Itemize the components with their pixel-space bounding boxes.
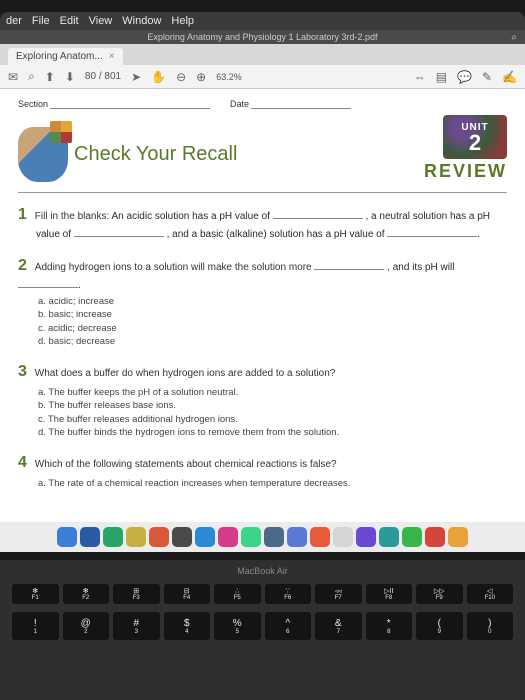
menu-item[interactable]: View xyxy=(89,15,113,27)
brain-head-illustration xyxy=(18,127,68,182)
dock-app-icon[interactable] xyxy=(80,527,100,547)
question-4: 4 Which of the following statements abou… xyxy=(18,451,507,490)
hand-icon[interactable]: ✋ xyxy=(151,70,166,84)
dock-app-icon[interactable] xyxy=(264,527,284,547)
review-label: REVIEW xyxy=(424,161,507,182)
keyboard-key: %5 xyxy=(214,612,261,640)
date-blank xyxy=(251,108,351,109)
page-indicator: 80 / 801 xyxy=(85,71,121,82)
menu-item[interactable]: File xyxy=(32,15,50,27)
date-label: Date xyxy=(230,99,249,109)
keyboard-key: ✻F1 xyxy=(12,584,59,604)
keyboard-key: $4 xyxy=(164,612,211,640)
close-icon[interactable]: × xyxy=(109,51,115,62)
dock-app-icon[interactable] xyxy=(57,527,77,547)
keyboard-key: ◃◃F7 xyxy=(315,584,362,604)
section-blank xyxy=(50,108,210,109)
keyboard-key: !1 xyxy=(12,612,59,640)
window-title: Exploring Anatomy and Physiology 1 Labor… xyxy=(147,32,377,42)
keyboard-key: ▷IIF8 xyxy=(366,584,413,604)
dock-app-icon[interactable] xyxy=(356,527,376,547)
question-2: 2 Adding hydrogen ions to a solution wil… xyxy=(18,254,507,348)
function-key-row: ✻F1✻F2⊞F3⊟F4∴F5∵F6◃◃F7▷IIF8▷▷F9◁F10 xyxy=(0,582,525,606)
dock-app-icon[interactable] xyxy=(172,527,192,547)
number-key-row: !1@2#3$4%5^6&7*8(9)0 xyxy=(0,610,525,642)
comment-icon[interactable]: 💬 xyxy=(457,70,472,84)
zoom-in-icon[interactable]: ⊕ xyxy=(196,70,206,84)
unit-badge: UNIT 2 xyxy=(443,115,507,159)
dock-app-icon[interactable] xyxy=(402,527,422,547)
dock-app-icon[interactable] xyxy=(241,527,261,547)
page-title: Check Your Recall xyxy=(74,143,237,166)
laptop-keyboard: MacBook Air ✻F1✻F2⊞F3⊟F4∴F5∵F6◃◃F7▷IIF8▷… xyxy=(0,560,525,700)
dock-app-icon[interactable] xyxy=(126,527,146,547)
question-1: 1 Fill in the blanks: An acidic solution… xyxy=(18,203,507,242)
dock-app-icon[interactable] xyxy=(333,527,353,547)
dock-app-icon[interactable] xyxy=(149,527,169,547)
keyboard-key: &7 xyxy=(315,612,362,640)
dock-app-icon[interactable] xyxy=(195,527,215,547)
mail-icon[interactable]: ✉ xyxy=(8,70,18,84)
menu-item[interactable]: der xyxy=(6,15,22,27)
layout-icon[interactable]: ▤ xyxy=(436,70,447,84)
dock-app-icon[interactable] xyxy=(379,527,399,547)
dock-app-icon[interactable] xyxy=(425,527,445,547)
tab-label: Exploring Anatom... xyxy=(16,51,103,62)
pointer-icon[interactable]: ➤ xyxy=(131,70,141,84)
dock-app-icon[interactable] xyxy=(103,527,123,547)
section-label: Section xyxy=(18,99,48,109)
zoom-out-icon[interactable]: ⊖ xyxy=(176,70,186,84)
menu-item[interactable]: Window xyxy=(122,15,161,27)
keyboard-key: ^6 xyxy=(265,612,312,640)
question-3: 3 What does a buffer do when hydrogen io… xyxy=(18,360,507,439)
macos-dock[interactable] xyxy=(0,522,525,552)
keyboard-key: ⊞F3 xyxy=(113,584,160,604)
document-tab[interactable]: Exploring Anatom... × xyxy=(8,48,123,65)
keyboard-key: ◁F10 xyxy=(467,584,514,604)
edit-icon[interactable]: ✎ xyxy=(482,70,492,84)
keyboard-key: #3 xyxy=(113,612,160,640)
keyboard-key: @2 xyxy=(63,612,110,640)
search-icon[interactable]: ⌕ xyxy=(28,69,35,84)
keyboard-key: ▷▷F9 xyxy=(416,584,463,604)
puzzle-icon xyxy=(50,121,72,143)
keyboard-key: ∵F6 xyxy=(265,584,312,604)
keyboard-key: )0 xyxy=(467,612,514,640)
dock-app-icon[interactable] xyxy=(448,527,468,547)
down-arrow-icon[interactable]: ⬇ xyxy=(65,70,75,84)
dock-app-icon[interactable] xyxy=(218,527,238,547)
menu-item[interactable]: Edit xyxy=(60,15,79,27)
dock-app-icon[interactable] xyxy=(287,527,307,547)
dock-app-icon[interactable] xyxy=(310,527,330,547)
up-arrow-icon[interactable]: ⬆ xyxy=(45,70,55,84)
sign-icon[interactable]: ✍ xyxy=(502,70,517,84)
pdf-page[interactable]: Section Date Check Your Recall UNIT 2 xyxy=(0,89,525,552)
tab-bar: Exploring Anatom... × xyxy=(0,44,525,65)
keyboard-key: ✻F2 xyxy=(63,584,110,604)
search-icon[interactable]: ⌕ xyxy=(511,32,517,43)
fit-icon[interactable]: ⇔ xyxy=(414,70,426,84)
zoom-level[interactable]: 63.2% xyxy=(216,72,242,82)
window-titlebar: Exploring Anatomy and Physiology 1 Labor… xyxy=(0,30,525,44)
pdf-toolbar: ✉ ⌕ ⬆ ⬇ 80 / 801 ➤ ✋ ⊖ ⊕ 63.2% ⇔ ▤ 💬 ✎ ✍ xyxy=(0,65,525,89)
menu-item[interactable]: Help xyxy=(171,15,194,27)
keyboard-key: ∴F5 xyxy=(214,584,261,604)
keyboard-key: *8 xyxy=(366,612,413,640)
keyboard-key: (9 xyxy=(416,612,463,640)
app-menubar[interactable]: der File Edit View Window Help xyxy=(0,12,525,30)
keyboard-key: ⊟F4 xyxy=(164,584,211,604)
laptop-model-label: MacBook Air xyxy=(0,560,525,582)
